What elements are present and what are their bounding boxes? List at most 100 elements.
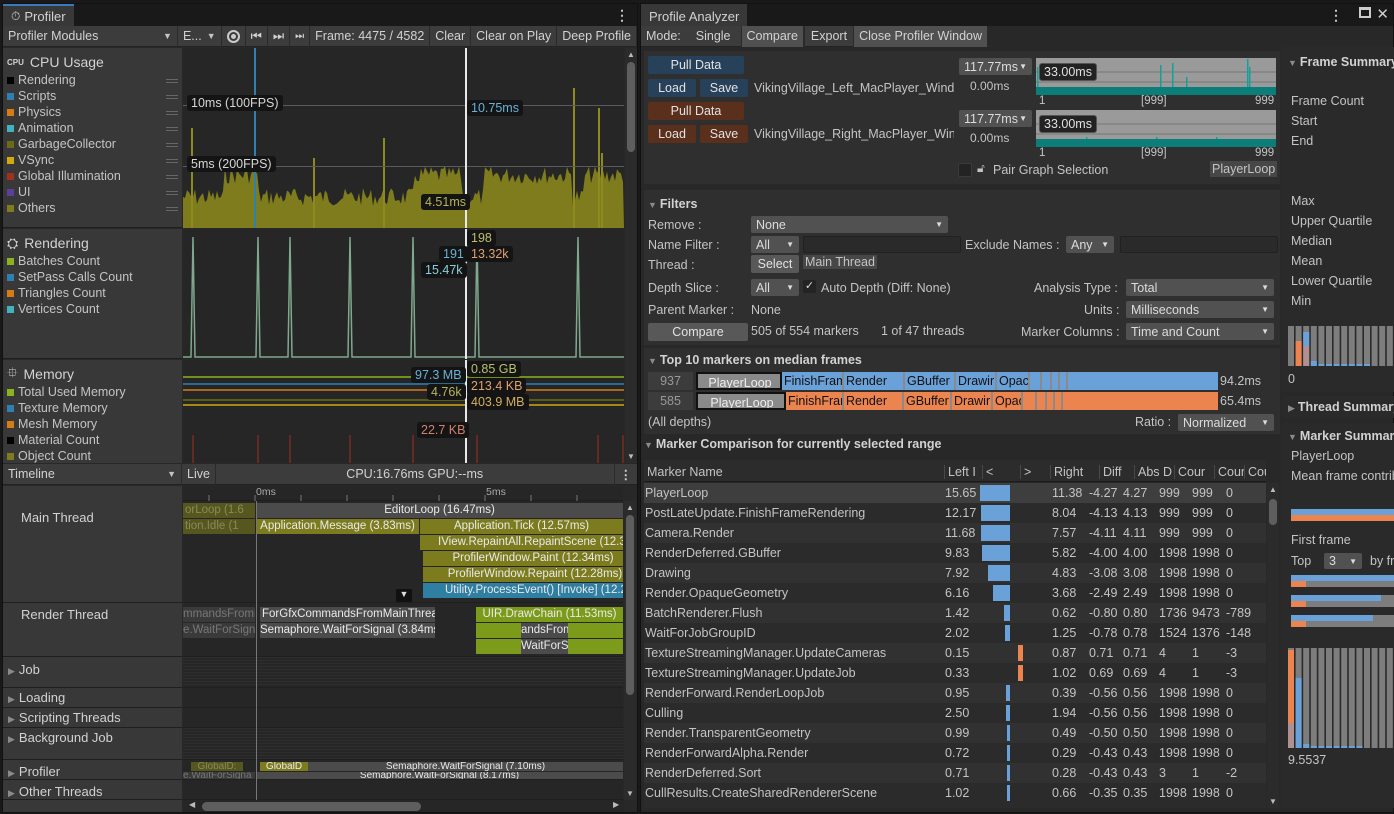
top10-header[interactable]: ▼ Top 10 markers on median frames	[648, 353, 862, 367]
scroll-down-icon[interactable]: ▼	[1269, 797, 1277, 806]
top10-segment[interactable]	[1042, 372, 1052, 390]
table-row[interactable]: Render.TransparentGeometry 0.99 0.49 -0.50 0…	[644, 723, 1266, 743]
loading-lane[interactable]	[183, 688, 623, 708]
name-filter-input[interactable]	[803, 236, 961, 253]
drag-handle-icon[interactable]	[166, 127, 178, 131]
timeline-vscrollbar[interactable]: ▲ ▼	[624, 501, 636, 800]
mode-single-tab[interactable]: Single	[686, 25, 742, 47]
previous-frame-button[interactable]: ⏮	[246, 25, 268, 47]
legend-item[interactable]: Texture Memory	[7, 400, 182, 416]
next-frame-button[interactable]: ⏭	[268, 25, 291, 47]
exclude-names-input[interactable]	[1120, 236, 1278, 253]
scripting-lane[interactable]	[183, 708, 623, 728]
column-header[interactable]: Marker Name	[644, 465, 944, 479]
marker-columns-dropdown[interactable]: Time and Count ▼	[1126, 323, 1274, 340]
thread-loading[interactable]: ▶ Loading	[3, 688, 182, 708]
right-top10-bar[interactable]: PlayerLoopFinishFramRenderGBufferDrawirO…	[696, 392, 1218, 410]
right-range-dropdown[interactable]: 117.77ms ▼	[959, 110, 1032, 127]
marker-block[interactable]: orLoop (1.6	[183, 503, 255, 518]
profiler-tab[interactable]: ⏱ Profiler	[3, 4, 74, 26]
analysis-type-dropdown[interactable]: Total ▼	[1126, 279, 1274, 296]
modules-scrollbar[interactable]: ▲ ▼	[625, 48, 637, 463]
marker-block[interactable]: GlobalD:	[191, 762, 243, 771]
rendering-module-legend[interactable]: ⛭ Rendering Batches Count SetPass Calls Co…	[3, 229, 182, 359]
top10-segment[interactable]: Opac	[997, 372, 1030, 390]
marker-block[interactable]: ForGfxCommandsFromMainThread (	[260, 607, 435, 622]
marker-block[interactable]: UIR.DrawChain (11.53ms)	[476, 607, 623, 622]
memory-chart[interactable]: 0.85 GB 97.3 MB 213.4 KB 4.76k 403.9 MB …	[183, 360, 624, 463]
legend-item[interactable]: Others	[7, 200, 182, 216]
thread-render[interactable]: Render Thread	[3, 603, 182, 657]
more-options-icon[interactable]: ⋮	[615, 7, 629, 24]
marker-block[interactable]: Semaphore.WaitForSignal (7.10ms)	[308, 762, 623, 771]
drag-handle-icon[interactable]	[166, 143, 178, 147]
comparison-scrollbar[interactable]: ▲ ▼	[1267, 483, 1279, 808]
thread-background-job[interactable]: ▶ Background Job	[3, 728, 182, 760]
analyzer-tab[interactable]: Profile Analyzer	[641, 4, 748, 26]
marker-summary-header[interactable]: ▼ Marker Summary	[1288, 429, 1394, 443]
pair-graph-checkbox[interactable]	[958, 163, 972, 177]
units-dropdown[interactable]: Milliseconds ▼	[1126, 301, 1274, 318]
right-save-button[interactable]: Save	[700, 125, 748, 143]
top10-segment[interactable]: FinishFram	[782, 372, 844, 390]
table-row[interactable]: RenderDeferred.GBuffer 9.83 5.82 -4.00 4.00 1…	[644, 543, 1266, 563]
timeline-hscrollbar[interactable]: ◀ ▶	[183, 800, 624, 812]
render-thread-lane[interactable]: mmandsFromMa ForGfxCommandsFromMainThrea…	[183, 603, 623, 657]
compare-button[interactable]: Compare	[648, 323, 748, 341]
marker-block[interactable]: e.WaitForSigna	[183, 623, 255, 638]
background-job-lane[interactable]	[183, 728, 623, 760]
cpu-module-legend[interactable]: CPU CPU Usage Rendering Scripts Physics Anim…	[3, 48, 182, 228]
marker-block[interactable]: andsFrom	[521, 623, 568, 638]
timeline-options-icon[interactable]: ⋮	[613, 463, 638, 485]
marker-block[interactable]: Application.Message (3.83ms)	[256, 519, 419, 534]
right-load-button[interactable]: Load	[648, 125, 696, 143]
legend-item[interactable]: GarbageCollector	[7, 136, 182, 152]
thread-select-button[interactable]: Select	[751, 255, 799, 273]
marker-block[interactable]: WaitForSig	[521, 639, 568, 654]
profiler-lane[interactable]: GlobalD: GlobalD Semaphore.WaitForSignal…	[183, 760, 623, 780]
legend-item[interactable]: UI	[7, 184, 182, 200]
marker-block[interactable]: IView.RepaintAll.RepaintScene (12.35ms)	[420, 535, 623, 550]
thread-scripting[interactable]: ▶ Scripting Threads	[3, 708, 182, 728]
scroll-down-icon[interactable]: ▼	[627, 452, 635, 461]
modules-scroll-thumb[interactable]	[627, 62, 635, 152]
main-thread-lane[interactable]: orLoop (1.6 EditorLoop (16.47ms) tion.Id…	[183, 501, 623, 603]
table-row[interactable]: BatchRenderer.Flush 1.42 0.62 -0.80 0.80 1736…	[644, 603, 1266, 623]
legend-item[interactable]: Vertices Count	[7, 301, 182, 317]
drag-handle-icon[interactable]	[166, 159, 178, 163]
legend-item[interactable]: Batches Count	[7, 253, 182, 269]
column-header[interactable]: Left I	[944, 465, 982, 479]
drag-handle-icon[interactable]	[166, 111, 178, 115]
auto-depth-checkbox[interactable]: ✓	[803, 280, 816, 293]
top10-segment[interactable]	[1052, 372, 1060, 390]
top10-segment[interactable]: GBuffer	[905, 372, 956, 390]
top-count-dropdown[interactable]: 3 ▼	[1324, 553, 1362, 569]
drag-handle-icon[interactable]	[166, 191, 178, 195]
expand-arrow-icon[interactable]: ▶	[8, 768, 15, 778]
right-frame-graph[interactable]: 33.00ms	[1036, 110, 1276, 147]
column-header[interactable]: Right	[1050, 465, 1099, 479]
frame-summary-header[interactable]: ▼ Frame Summary	[1288, 55, 1394, 69]
marker-block[interactable]: Semaphore.WaitForSignal (3.84ms)	[260, 623, 435, 638]
legend-item[interactable]: Scripts	[7, 88, 182, 104]
close-profiler-window-button[interactable]: Close Profiler Window	[854, 25, 989, 47]
left-range-dropdown[interactable]: 117.77ms ▼	[959, 58, 1032, 75]
column-header[interactable]: Abs D	[1134, 465, 1174, 479]
memory-module-legend[interactable]: ⯐ Memory Total Used Memory Texture Memory M…	[3, 360, 182, 463]
more-options-icon[interactable]: ⋮	[1329, 7, 1343, 24]
thread-job[interactable]: ▶ Job	[3, 657, 182, 688]
depth-slice-dropdown[interactable]: All ▼	[751, 279, 799, 296]
top10-segment[interactable]	[1030, 372, 1042, 390]
top10-segment[interactable]	[1047, 392, 1055, 410]
marker-block[interactable]: tion.Idle (1	[183, 519, 255, 534]
top10-segment[interactable]: PlayerLoop	[696, 392, 786, 410]
target-dropdown[interactable]: E... ▼	[178, 25, 222, 47]
top10-segment[interactable]: Drawir	[952, 392, 993, 410]
table-row[interactable]: RenderForward.RenderLoopJob 0.95 0.39 -0.56…	[644, 683, 1266, 703]
comparison-scroll-thumb[interactable]	[1269, 499, 1277, 525]
exclude-mode-dropdown[interactable]: Any ▼	[1066, 236, 1114, 253]
marker-block[interactable]: mmandsFromMa	[183, 607, 255, 622]
scroll-down-icon[interactable]: ▼	[626, 789, 634, 798]
drag-handle-icon[interactable]	[166, 207, 178, 211]
marker-block[interactable]: e.WaitForSigna	[183, 772, 255, 779]
